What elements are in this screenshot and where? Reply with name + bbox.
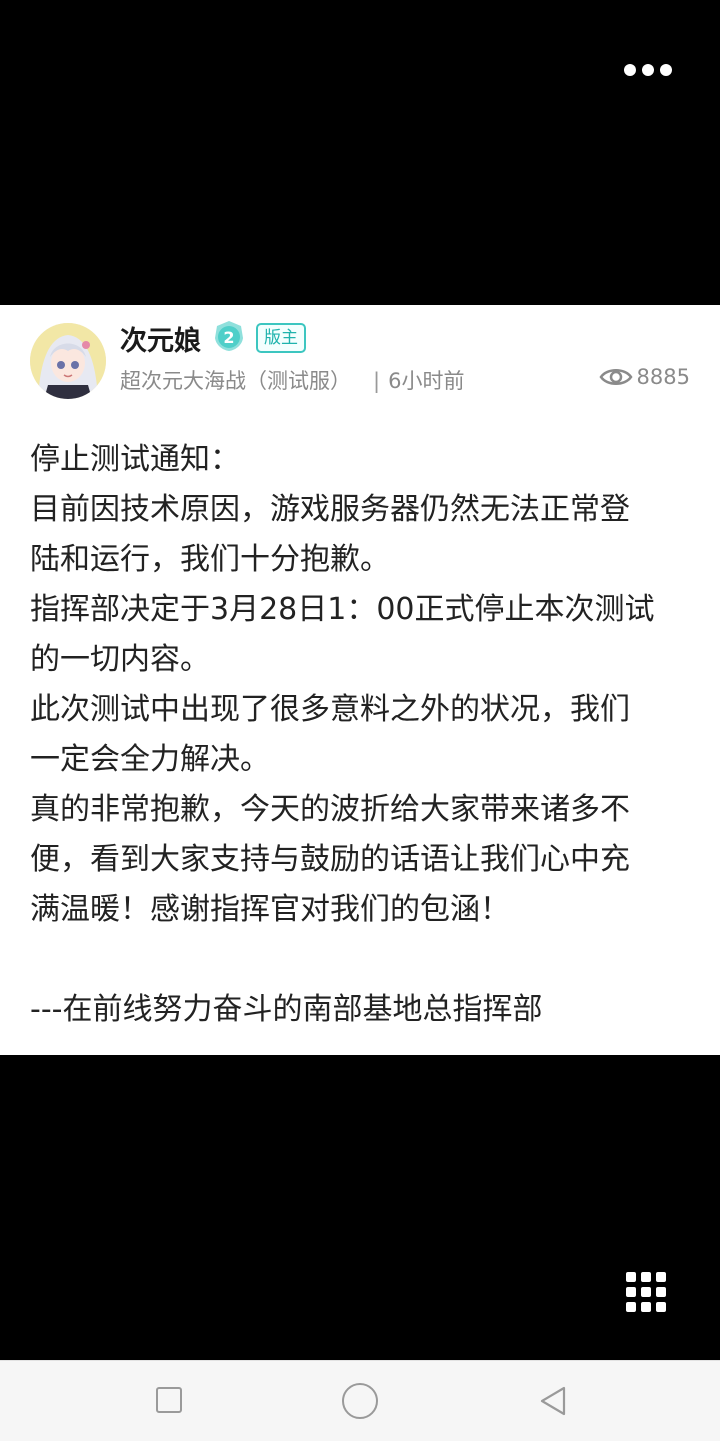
post-time: 6小时前 bbox=[388, 369, 465, 393]
role-badge: 版主 bbox=[256, 323, 306, 353]
body-line: 停止测试通知： bbox=[30, 442, 240, 477]
view-count-value: 8885 bbox=[636, 365, 690, 389]
home-button[interactable] bbox=[342, 1383, 378, 1419]
body-line: 便，看到大家支持与鼓励的话语让我们心中充 bbox=[30, 842, 630, 877]
author-name[interactable]: 次元娘 bbox=[120, 319, 201, 358]
post-card: 次元娘 2 版主 超次元大海战（测试服） | 6小时前 8885 停止测试通知： 目… bbox=[0, 305, 720, 1055]
body-line: 指挥部决定于3月28日1：00正式停止本次测试 bbox=[30, 592, 655, 627]
eye-icon bbox=[599, 369, 633, 385]
dot bbox=[660, 64, 672, 76]
post-meta: 超次元大海战（测试服） | 6小时前 bbox=[120, 365, 464, 395]
meta-separator: | bbox=[373, 369, 381, 393]
signature-line: ---在前线努力奋斗的南部基地总指挥部 bbox=[30, 992, 543, 1027]
recent-apps-button[interactable] bbox=[156, 1387, 182, 1413]
dot bbox=[642, 64, 654, 76]
system-nav-bar bbox=[0, 1360, 720, 1441]
grid-cell bbox=[641, 1272, 651, 1282]
grid-menu-icon[interactable] bbox=[626, 1272, 666, 1312]
level-badge-icon: 2 bbox=[215, 321, 243, 351]
view-count: 8885 bbox=[599, 365, 690, 389]
avatar-image bbox=[30, 323, 106, 399]
bottom-black-area bbox=[0, 1055, 720, 1360]
body-line: 目前因技术原因，游戏服务器仍然无法正常登 bbox=[30, 492, 630, 527]
grid-cell bbox=[656, 1287, 666, 1297]
forum-name[interactable]: 超次元大海战（测试服） bbox=[120, 369, 351, 393]
body-line: 的一切内容。 bbox=[30, 642, 210, 677]
grid-cell bbox=[626, 1302, 636, 1312]
body-line: 满温暖！感谢指挥官对我们的包涵！ bbox=[30, 892, 510, 927]
more-dots-icon[interactable] bbox=[624, 58, 672, 82]
avatar[interactable] bbox=[30, 323, 106, 399]
back-button[interactable] bbox=[536, 1383, 572, 1419]
grid-cell bbox=[626, 1272, 636, 1282]
body-line: 真的非常抱歉，今天的波折给大家带来诸多不 bbox=[30, 792, 630, 827]
body-line: 此次测试中出现了很多意料之外的状况，我们 bbox=[30, 692, 630, 727]
post-body: 停止测试通知： 目前因技术原因，游戏服务器仍然无法正常登 陆和运行，我们十分抱歉… bbox=[30, 435, 690, 1035]
body-line-blank bbox=[30, 935, 690, 985]
body-line: 陆和运行，我们十分抱歉。 bbox=[30, 542, 390, 577]
level-badge: 2 bbox=[212, 319, 246, 353]
grid-cell bbox=[641, 1302, 651, 1312]
body-line: 一定会全力解决。 bbox=[30, 742, 270, 777]
grid-cell bbox=[626, 1287, 636, 1297]
top-black-area bbox=[0, 0, 720, 305]
level-number: 2 bbox=[223, 328, 234, 347]
grid-cell bbox=[656, 1272, 666, 1282]
grid-cell bbox=[641, 1287, 651, 1297]
grid-cell bbox=[656, 1302, 666, 1312]
dot bbox=[624, 64, 636, 76]
